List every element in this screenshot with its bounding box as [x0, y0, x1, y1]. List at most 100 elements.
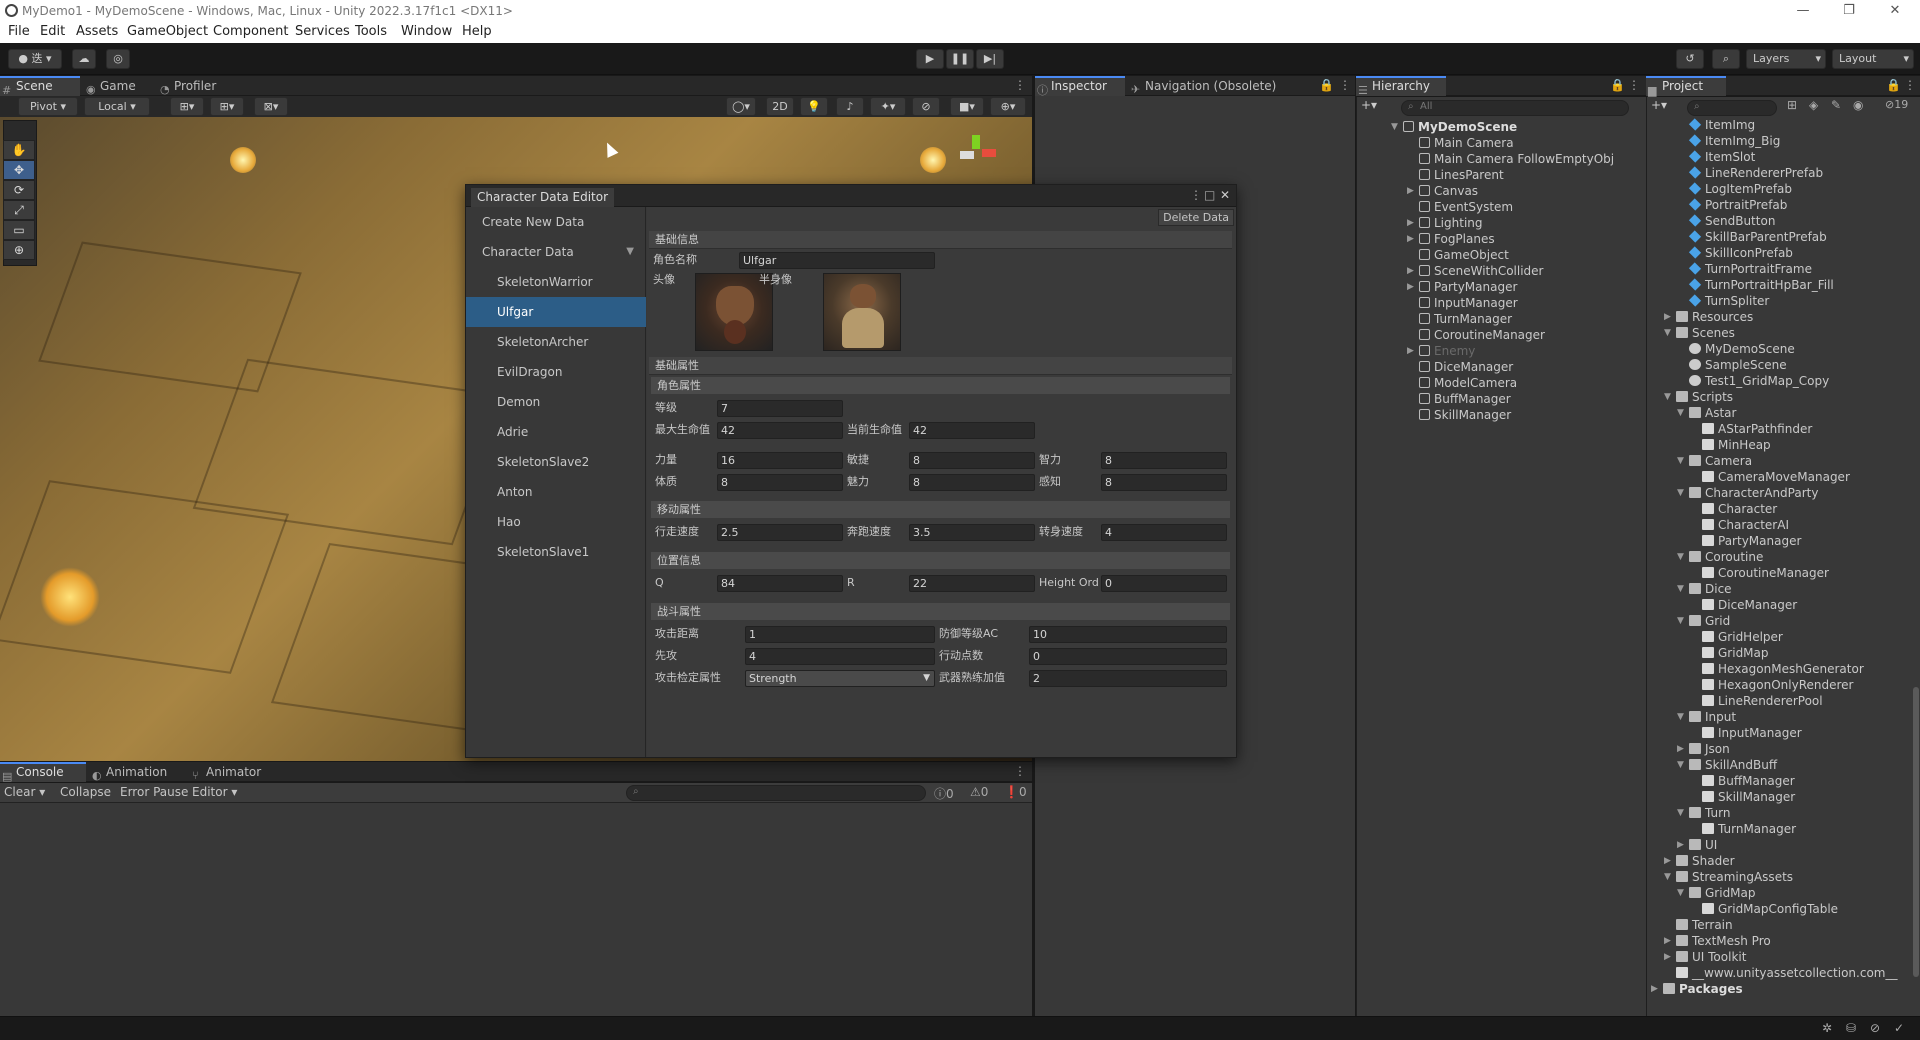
character-list-item[interactable]: Adrie — [466, 417, 646, 447]
tab-navigation[interactable]: ✈ Navigation (Obsolete) — [1129, 76, 1289, 96]
scene-gizmo[interactable] — [960, 135, 1000, 165]
visibility-icon[interactable]: ◉ — [1853, 98, 1863, 112]
close-icon[interactable]: ✕ — [1872, 0, 1918, 22]
project-item[interactable]: ▶ TextMesh Pro — [1664, 933, 1771, 949]
hierarchy-item[interactable]: SkillManager — [1419, 407, 1511, 423]
character-list-item[interactable]: SkeletonWarrior — [466, 267, 646, 297]
auto-generate-icon[interactable]: ⊘ — [1870, 1021, 1880, 1035]
lock-icon[interactable]: 🔒 — [1610, 78, 1625, 92]
project-item[interactable]: ▼ Turn — [1677, 805, 1730, 821]
project-item[interactable]: MyDemoScene — [1689, 341, 1795, 357]
lighting-icon[interactable]: 💡 — [800, 97, 828, 116]
audio-icon[interactable]: ♪ — [836, 97, 864, 116]
project-item[interactable]: AStarPathfinder — [1702, 421, 1812, 437]
lock-icon[interactable]: 🔒 — [1886, 78, 1901, 92]
project-item[interactable]: GridHelper — [1702, 629, 1783, 645]
project-item[interactable]: ▼ Astar — [1677, 405, 1736, 421]
hierarchy-item[interactable]: TurnManager — [1419, 311, 1512, 327]
camera-icon[interactable]: ■▾ — [950, 97, 984, 116]
wisdom-field[interactable]: 8 — [1101, 474, 1227, 491]
project-item[interactable]: TurnPortraitHpBar_Fill — [1688, 277, 1834, 293]
layers-dropdown[interactable]: Layers ▾ — [1746, 49, 1826, 69]
project-item[interactable]: ▶ Resources — [1664, 309, 1753, 325]
grid-icon[interactable]: ⊞▾ — [210, 97, 244, 116]
project-item[interactable]: InputManager — [1702, 725, 1802, 741]
tab-inspector[interactable]: ⓘ Inspector — [1035, 76, 1125, 97]
cache-icon[interactable]: ⛁ — [1846, 1021, 1856, 1035]
console-search[interactable]: ⌕ — [626, 785, 926, 801]
tab-animation[interactable]: ◐ Animation — [90, 762, 180, 782]
hierarchy-item[interactable]: ▶ Lighting — [1407, 215, 1483, 231]
project-item[interactable]: CharacterAI — [1702, 517, 1789, 533]
more-icon[interactable]: ⋮ — [1904, 78, 1916, 92]
project-item[interactable]: ItemSlot — [1688, 149, 1755, 165]
initiative-field[interactable]: 4 — [745, 648, 935, 665]
project-item[interactable]: ▶ UI — [1677, 837, 1717, 853]
project-item[interactable]: BuffManager — [1702, 773, 1795, 789]
history-icon[interactable]: ↺ — [1676, 49, 1704, 69]
draw-mode-icon[interactable]: ◯▾ — [726, 97, 756, 116]
menu-window[interactable]: Window — [401, 24, 452, 39]
character-list-item[interactable]: Hao — [466, 507, 646, 537]
project-item[interactable]: CoroutineManager — [1702, 565, 1829, 581]
attack-range-field[interactable]: 1 — [745, 626, 935, 643]
hierarchy-item[interactable]: InputManager — [1419, 295, 1518, 311]
project-item[interactable]: PortraitPrefab — [1688, 197, 1787, 213]
walk-speed-field[interactable]: 2.5 — [717, 524, 843, 541]
tab-profiler[interactable]: ◔ Profiler — [158, 76, 238, 96]
project-item[interactable]: ▼ Dice — [1677, 581, 1732, 597]
project-item[interactable]: CameraMoveManager — [1702, 469, 1850, 485]
scale-tool-icon[interactable]: ⤢ — [3, 200, 35, 220]
hierarchy-item[interactable]: ModelCamera — [1419, 375, 1517, 391]
local-dropdown[interactable]: Local ▾ — [84, 97, 150, 116]
project-item[interactable]: GridMap — [1702, 645, 1769, 661]
strength-field[interactable]: 16 — [717, 452, 843, 469]
play-button[interactable]: ▶ — [916, 49, 944, 69]
pause-button[interactable]: ❚❚ — [946, 49, 974, 69]
visibility-icon[interactable]: ⊘ — [912, 97, 940, 116]
character-list-item[interactable]: SkeletonArcher — [466, 327, 646, 357]
more-icon[interactable]: ⋮ — [1628, 78, 1640, 92]
project-item[interactable]: HexagonMeshGenerator — [1702, 661, 1864, 677]
tab-animator[interactable]: ⑂ Animator — [190, 762, 280, 782]
delete-data-button[interactable]: Delete Data — [1158, 209, 1234, 226]
project-item[interactable]: ▶ UI Toolkit — [1664, 949, 1746, 965]
close-icon[interactable]: ✕ — [1220, 188, 1230, 202]
project-item[interactable]: MinHeap — [1702, 437, 1771, 453]
project-item[interactable]: LineRendererPrefab — [1688, 165, 1823, 181]
collapse-button[interactable]: Collapse — [60, 785, 111, 799]
project-item[interactable]: DiceManager — [1702, 597, 1797, 613]
hierarchy-item[interactable]: ▶ PartyManager — [1407, 279, 1517, 295]
project-item[interactable]: PartyManager — [1702, 533, 1801, 549]
toggle-2d-button[interactable]: 2D — [766, 97, 794, 116]
project-item[interactable]: GridMapConfigTable — [1702, 901, 1838, 917]
hand-tool-icon[interactable]: ✋ — [3, 140, 35, 160]
tab-scene[interactable]: # Scene — [0, 76, 80, 97]
menu-file[interactable]: File — [8, 24, 30, 39]
more-icon[interactable]: ⋮ — [1339, 78, 1351, 92]
character-list-item[interactable]: Anton — [466, 477, 646, 507]
project-item[interactable]: SkillBarParentPrefab — [1688, 229, 1827, 245]
turn-speed-field[interactable]: 4 — [1101, 524, 1227, 541]
hierarchy-search[interactable]: ⌕ All — [1401, 100, 1629, 116]
project-item[interactable]: ▼ Scripts — [1664, 389, 1733, 405]
current-hp-field[interactable]: 42 — [909, 422, 1035, 439]
r-field[interactable]: 22 — [909, 575, 1035, 592]
max-hp-field[interactable]: 42 — [717, 422, 843, 439]
hierarchy-item[interactable]: Main Camera — [1419, 135, 1514, 151]
project-item[interactable]: ▼ Input — [1677, 709, 1736, 725]
minimize-icon[interactable]: — — [1780, 0, 1826, 22]
proficiency-field[interactable]: 2 — [1029, 670, 1227, 687]
project-item[interactable]: SkillIconPrefab — [1688, 245, 1793, 261]
project-item[interactable]: LogItemPrefab — [1688, 181, 1792, 197]
menu-edit[interactable]: Edit — [40, 24, 65, 39]
character-list-item[interactable]: SkeletonSlave2 — [466, 447, 646, 477]
project-item[interactable]: Test1_GridMap_Copy — [1689, 373, 1829, 389]
project-item[interactable]: ▼ Scenes — [1664, 325, 1735, 341]
effects-icon[interactable]: ✦▾ — [870, 97, 906, 116]
editor-dropdown[interactable]: Editor ▾ — [192, 785, 237, 799]
action-points-field[interactable]: 0 — [1029, 648, 1227, 665]
hierarchy-item[interactable]: ▶ Canvas — [1407, 183, 1478, 199]
lock-icon[interactable]: 🔒 — [1319, 78, 1334, 92]
account-button[interactable]: ● 迭 ▾ — [8, 49, 62, 69]
